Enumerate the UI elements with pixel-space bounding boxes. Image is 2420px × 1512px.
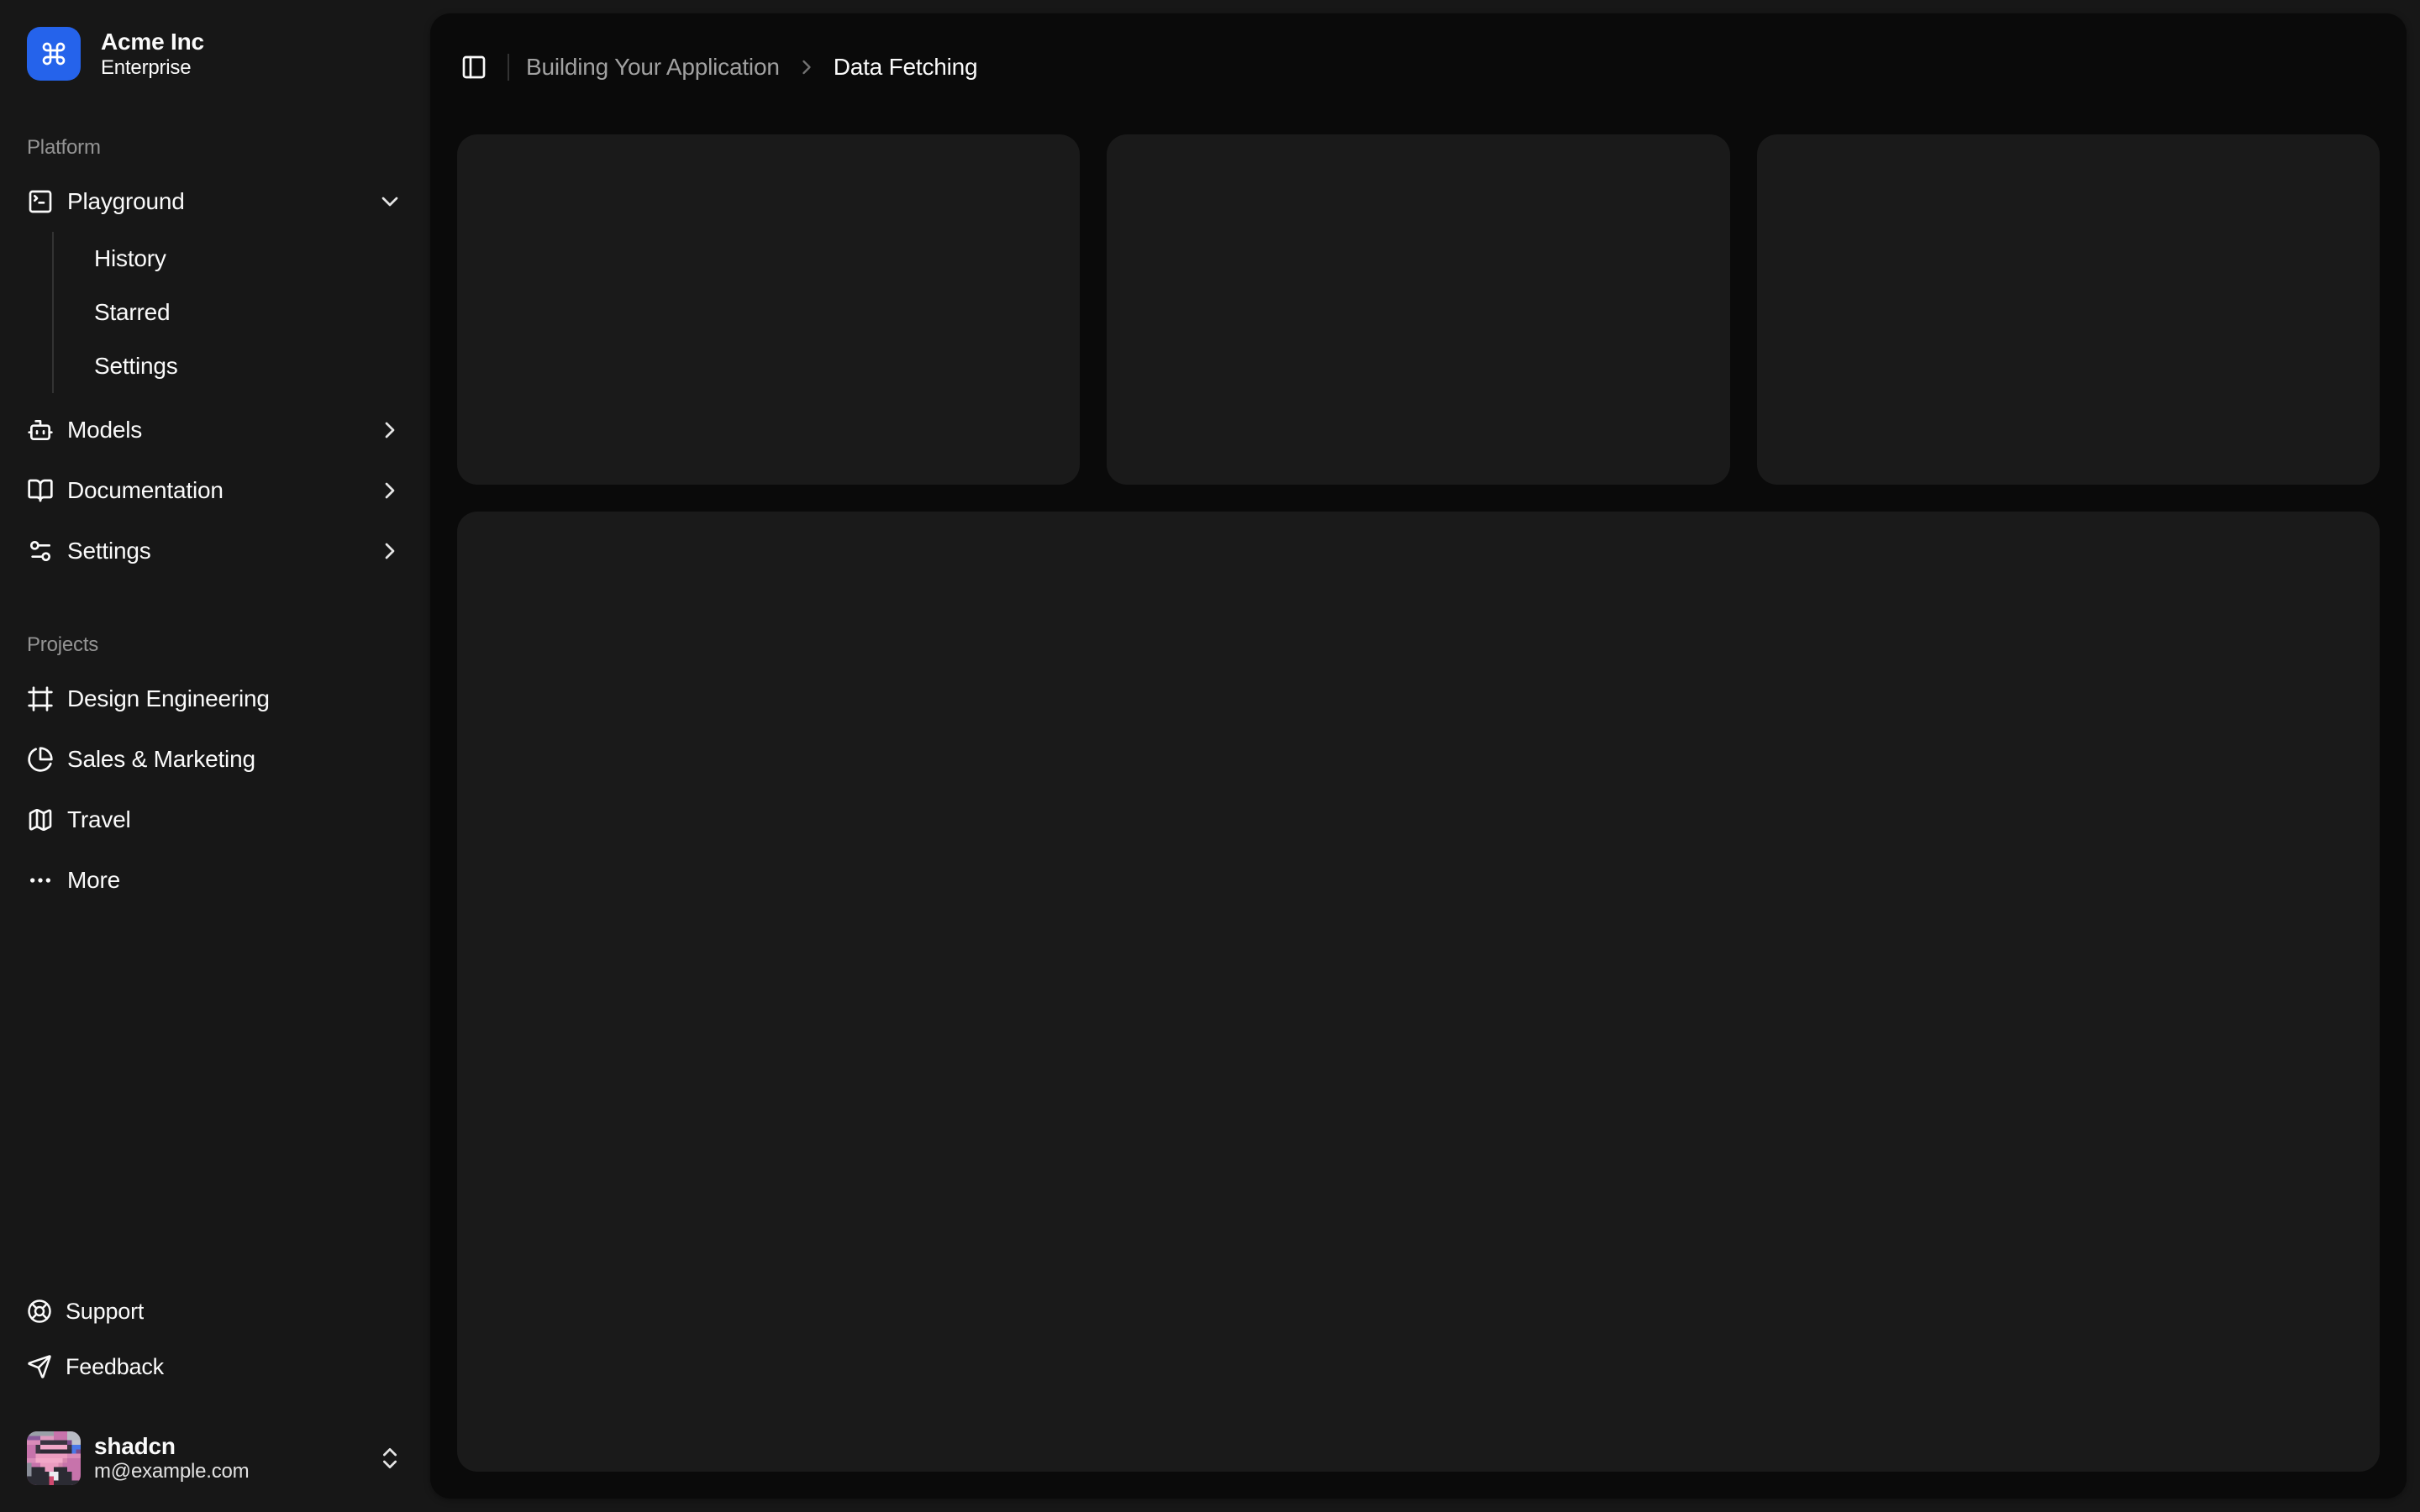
- sidebar-item-label: Settings: [67, 538, 151, 564]
- sidebar-item-label: Documentation: [67, 477, 224, 504]
- sidebar-item-label: Travel: [67, 806, 131, 833]
- org-name: Acme Inc: [101, 28, 204, 56]
- org-meta: Acme Inc Enterprise: [101, 28, 204, 80]
- user-menu-button[interactable]: shadcn m@example.com: [13, 1418, 417, 1499]
- sidebar-submenu-playground: History Starred Settings: [52, 232, 417, 393]
- chevrons-up-down-icon: [376, 1445, 403, 1472]
- org-logo: [27, 27, 81, 81]
- settings-sliders-icon: [27, 538, 54, 564]
- sidebar-item-feedback[interactable]: Feedback: [13, 1342, 417, 1391]
- app-layout: Acme Inc Enterprise Platform Playground: [0, 0, 2420, 1512]
- group-label-platform: Platform: [13, 121, 417, 175]
- sidebar-group-projects: Projects Design Engineering Sales & Mark…: [13, 618, 417, 907]
- sidebar-toggle-button[interactable]: [450, 44, 497, 91]
- pie-chart-icon: [27, 746, 54, 773]
- group-label-projects: Projects: [13, 618, 417, 672]
- sidebar-item-documentation[interactable]: Documentation: [13, 464, 417, 517]
- placeholder-card: [1757, 134, 2380, 485]
- sidebar-subitem-settings[interactable]: Settings: [81, 339, 417, 393]
- chevron-right-icon: [795, 55, 818, 79]
- sidebar-item-label: Feedback: [66, 1354, 164, 1380]
- map-icon: [27, 806, 54, 833]
- sidebar-item-label: Models: [67, 417, 142, 444]
- sidebar-item-travel[interactable]: Travel: [13, 793, 417, 847]
- sidebar-item-models[interactable]: Models: [13, 403, 417, 457]
- chevron-right-icon: [376, 417, 403, 444]
- send-icon: [27, 1354, 52, 1379]
- sidebar-item-more[interactable]: More: [13, 853, 417, 907]
- frame-icon: [27, 685, 54, 712]
- sidebar-footer-menu: Support Feedback: [13, 1287, 417, 1391]
- breadcrumb-current-page: Data Fetching: [834, 54, 978, 81]
- chevron-down-icon: [376, 188, 403, 215]
- bot-icon: [27, 417, 54, 444]
- sidebar-subitem-history[interactable]: History: [81, 232, 417, 286]
- life-buoy-icon: [27, 1299, 52, 1324]
- user-name: shadcn: [94, 1433, 249, 1460]
- sidebar-subitem-starred[interactable]: Starred: [81, 286, 417, 339]
- sidebar-item-label: More: [67, 867, 120, 894]
- book-open-icon: [27, 477, 54, 504]
- sidebar-item-label: Support: [66, 1299, 144, 1325]
- org-switcher[interactable]: Acme Inc Enterprise: [13, 13, 417, 94]
- page-content: [430, 121, 2407, 1499]
- sidebar-item-design-engineering[interactable]: Design Engineering: [13, 672, 417, 726]
- panel-left-icon: [460, 54, 487, 81]
- sidebar-item-sales-marketing[interactable]: Sales & Marketing: [13, 732, 417, 786]
- chevron-right-icon: [376, 477, 403, 504]
- sidebar-item-label: Sales & Marketing: [67, 746, 255, 773]
- avatar: [27, 1431, 81, 1485]
- topbar: Building Your Application Data Fetching: [430, 13, 2407, 121]
- ellipsis-icon: [27, 867, 54, 894]
- sidebar-collapsible-playground: Playground History Starred Settings: [13, 175, 417, 396]
- placeholder-large-card: [457, 512, 2380, 1472]
- sidebar-item-settings[interactable]: Settings: [13, 524, 417, 578]
- user-avatar-pixel-art: [27, 1431, 81, 1485]
- breadcrumb: Building Your Application Data Fetching: [526, 54, 977, 81]
- org-plan: Enterprise: [101, 56, 204, 80]
- placeholder-card-row: [457, 134, 2380, 485]
- breadcrumb-parent-link[interactable]: Building Your Application: [526, 54, 780, 81]
- sidebar-item-label: Design Engineering: [67, 685, 270, 712]
- sidebar-group-platform: Platform Playground History Starred Sett…: [13, 121, 417, 578]
- sidebar: Acme Inc Enterprise Platform Playground: [0, 0, 430, 1512]
- sidebar-item-support[interactable]: Support: [13, 1287, 417, 1336]
- main-panel: Building Your Application Data Fetching: [430, 13, 2407, 1499]
- placeholder-card: [1107, 134, 1729, 485]
- square-terminal-icon: [27, 188, 54, 215]
- command-icon: [40, 40, 67, 67]
- user-meta: shadcn m@example.com: [94, 1433, 249, 1483]
- sidebar-item-label: Playground: [67, 188, 185, 215]
- header-separator: [508, 54, 509, 81]
- sidebar-item-playground[interactable]: Playground: [13, 175, 417, 228]
- chevron-right-icon: [376, 538, 403, 564]
- placeholder-card: [457, 134, 1080, 485]
- user-email: m@example.com: [94, 1460, 249, 1483]
- sidebar-spacer: [13, 907, 417, 1287]
